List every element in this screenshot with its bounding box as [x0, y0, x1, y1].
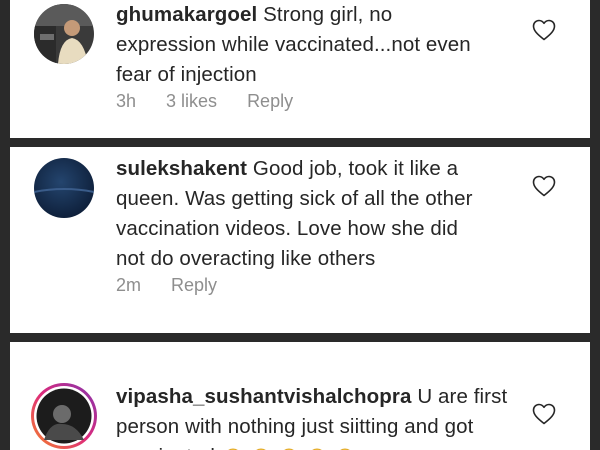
heart-icon[interactable] [532, 175, 556, 197]
clapping-hands-emoji-row [227, 448, 350, 450]
avatar[interactable] [30, 382, 98, 450]
comment-item: sulekshakent Good job, took it like a qu… [10, 147, 590, 333]
comment-text-line: U are first [417, 385, 508, 408]
comment-body: ghumakargoel Strong girl, no expression … [116, 0, 516, 90]
comment-text-line: Good job, took it like a [252, 157, 459, 180]
comment-text-line: queen. Was getting sick of all the other [116, 187, 473, 210]
divider [0, 138, 600, 147]
heart-outline-icon [532, 175, 556, 197]
avatar[interactable] [34, 4, 94, 64]
comment-username[interactable]: vipasha_sushantvishalchopra [116, 385, 412, 408]
reply-button[interactable]: Reply [171, 275, 217, 296]
comment-text-line: person with nothing just siitting and go… [116, 415, 474, 438]
comment-body: sulekshakent Good job, took it like a qu… [116, 154, 516, 274]
profile-photo-dark-blue-icon [34, 158, 94, 218]
comment-username[interactable]: sulekshakent [116, 157, 247, 180]
comment-text-line: Strong girl, no [263, 3, 393, 26]
heart-icon[interactable] [532, 19, 556, 41]
comment-text-line: not do overacting like others [116, 247, 376, 270]
heart-outline-icon [532, 19, 556, 41]
comments-screenshot: ghumakargoel Strong girl, no expression … [0, 0, 600, 450]
comment-body: vipasha_sushantvishalchopra U are first … [116, 382, 536, 450]
comment-likes[interactable]: 3 likes [166, 91, 217, 112]
divider [0, 333, 600, 342]
comment-meta: 2m Reply [116, 275, 217, 296]
comment-item: vipasha_sushantvishalchopra U are first … [10, 342, 590, 450]
comment-item: ghumakargoel Strong girl, no expression … [10, 0, 590, 138]
comment-text-line: expression while vaccinated...not even [116, 33, 471, 56]
comment-text-line: vaccinated [116, 445, 215, 450]
frame-border-left [0, 0, 10, 450]
comment-username[interactable]: ghumakargoel [116, 3, 257, 26]
avatar[interactable] [34, 158, 94, 218]
comment-time: 3h [116, 91, 137, 111]
profile-photo-story-ring-icon [31, 383, 97, 449]
reply-button[interactable]: Reply [247, 91, 293, 112]
clapping-hands-icon [221, 442, 361, 450]
heart-icon[interactable] [532, 403, 556, 425]
comment-text-line: fear of injection [116, 63, 257, 86]
comment-meta: 3h 3 likes Reply [116, 91, 293, 112]
comment-time: 2m [116, 275, 142, 295]
heart-outline-icon [532, 403, 556, 425]
comment-text-line: vaccination videos. Love how she did [116, 217, 459, 240]
profile-photo-car-icon [34, 4, 94, 64]
frame-border-right [590, 0, 600, 450]
